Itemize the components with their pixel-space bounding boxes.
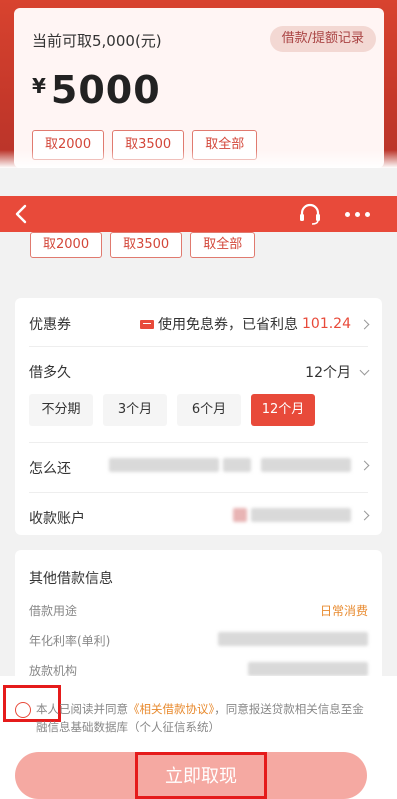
currency-symbol: ¥ [32,74,47,98]
quick-amount-group-repeat: 取2000 取3500 取全部 [30,232,256,258]
rate-row: 年化利率(单利) [29,632,368,648]
redacted-text [248,662,368,676]
redacted-text [261,458,351,472]
coupon-text: 使用免息券，已省利息 [158,317,298,333]
headset-icon[interactable] [297,202,323,226]
rate-label: 年化利率(单利) [29,634,111,648]
agreement-link[interactable]: 《相关借款协议》 [128,702,214,716]
redacted-text [218,632,368,646]
agreement-text: 本人已阅读并同意《相关借款协议》，同意报送贷款相关信息至金融信息基础数据库（个人… [36,700,366,736]
agreement-prefix: 本人已阅读并同意 [36,702,128,716]
chevron-right-icon [359,319,370,329]
chevron-down-icon [359,365,370,375]
agreement-radio[interactable] [15,702,31,718]
amount-display[interactable]: ¥5000 [32,68,161,112]
coupon-row[interactable]: 优惠券 使用免息券，已省利息 101.24 [29,314,370,334]
quick-amount-2000-button[interactable]: 取2000 [30,232,103,258]
submit-label: 立即取现 [135,752,267,799]
fade-divider [0,150,397,168]
term-option-12m[interactable]: 12个月 [251,394,315,426]
balance-card: 当前可取5,000(元) 借款/提额记录 ¥5000 取2000 取3500 取… [14,8,384,168]
chevron-left-icon[interactable] [12,201,32,227]
quick-amount-3500-button[interactable]: 取3500 [110,232,183,258]
term-option-6m[interactable]: 6个月 [177,394,241,426]
account-row[interactable]: 收款账户 [29,508,370,528]
chevron-right-icon [359,460,370,470]
app-header [0,196,397,232]
term-label: 借多久 [29,365,71,381]
repay-label: 怎么还 [29,461,71,477]
coupon-label: 优惠券 [29,317,71,333]
loan-records-button[interactable]: 借款/提额记录 [269,26,376,52]
divider [29,346,368,347]
more-horizontal-icon[interactable] [345,206,373,222]
bottom-bar: 本人已阅读并同意《相关借款协议》，同意报送贷款相关信息至金融信息基础数据库（个人… [0,676,397,799]
term-row[interactable]: 借多久 12个月 [29,362,370,382]
purpose-value: 日常消费 [319,604,368,618]
redacted-text [223,458,251,472]
divider [29,442,368,443]
bank-logo-icon [233,508,247,522]
term-option-3m[interactable]: 3个月 [103,394,167,426]
other-info-title: 其他借款信息 [29,571,113,587]
repay-row[interactable]: 怎么还 [29,458,370,478]
redacted-text [109,458,219,472]
coupon-saved-amount: 101.24 [302,316,351,332]
quick-amount-all-button[interactable]: 取全部 [190,232,256,258]
divider [29,492,368,493]
term-selected: 12个月 [305,365,351,381]
purpose-label: 借款用途 [29,604,78,618]
submit-button[interactable]: 立即取现 [15,752,367,799]
redacted-text [251,508,351,522]
purpose-row[interactable]: 借款用途 日常消费 [29,602,368,618]
term-options: 不分期 3个月 6个月 12个月 [29,394,315,426]
ticket-icon [140,319,154,329]
term-option-none[interactable]: 不分期 [29,394,93,426]
account-label: 收款账户 [29,511,85,527]
other-info-card: 其他借款信息 借款用途 日常消费 年化利率(单利) 放款机构 [15,550,382,695]
amount-value: 5000 [50,68,161,112]
available-amount-text: 当前可取5,000(元) [32,32,162,50]
loan-options-card: 优惠券 使用免息券，已省利息 101.24 借多久 12个月 不分期 3个月 6个… [15,298,382,535]
chevron-right-icon [359,510,370,520]
